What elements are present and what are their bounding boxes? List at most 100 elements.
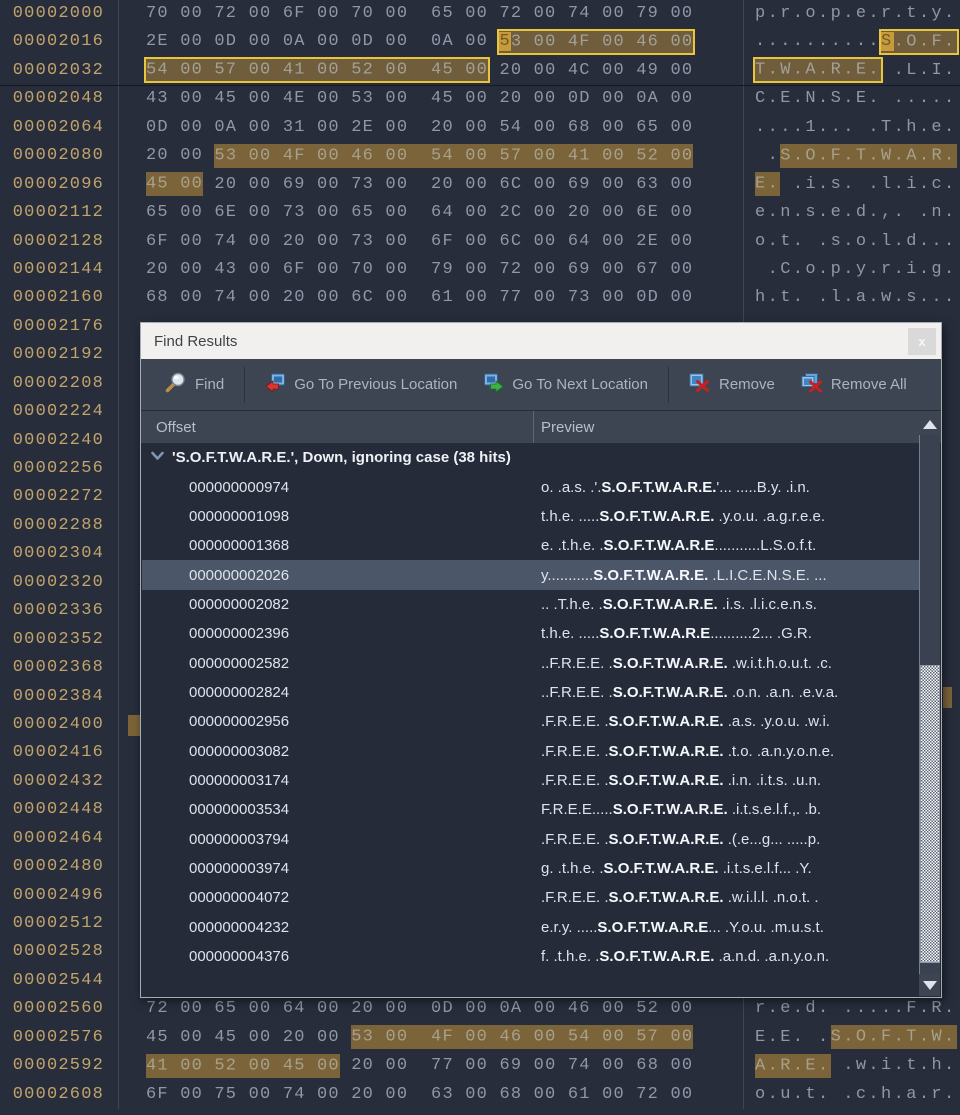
scrollbar-up-button[interactable]: [919, 413, 940, 435]
hex-offset-label: 00002496: [0, 882, 119, 910]
toolbar-separator: [244, 367, 245, 403]
ascii-text[interactable]: E. .i.s. .l.i.c.: [744, 171, 960, 199]
ascii-text[interactable]: r.e.d. .....F.R.: [744, 995, 960, 1023]
result-item[interactable]: 000000003174.F.R.E.E. .S.O.F.T.W.A.R.E. …: [142, 766, 921, 795]
result-offset: 000000002824: [189, 684, 541, 701]
ascii-text[interactable]: C.E.N.S.E. .....: [744, 85, 960, 113]
dialog-titlebar[interactable]: Find Results x: [141, 323, 941, 359]
hex-bytes[interactable]: 45 00 45 00 20 00 53 00 4F 00 46 00 54 0…: [119, 1024, 744, 1052]
close-button[interactable]: x: [908, 328, 936, 355]
result-item[interactable]: 000000002956.F.R.E.E. .S.O.F.T.W.A.R.E. …: [142, 707, 921, 736]
hex-bytes[interactable]: 20 00 53 00 4F 00 46 00 54 00 57 00 41 0…: [119, 142, 744, 170]
current-match-highlight: 53 00 4F 00 46 00: [499, 31, 693, 53]
result-match-text: S.O.F.T.W.A.R.E.: [609, 831, 724, 848]
result-item[interactable]: 000000001098t.h.e. .....S.O.F.T.W.A.R.E.…: [142, 502, 921, 531]
hex-offset-label: 00002592: [0, 1052, 119, 1080]
find-results-dialog: Find Results x Find Go To Previous Locati…: [140, 322, 942, 998]
result-item[interactable]: 000000001368e. .t.h.e. .S.O.F.T.W.A.R.E.…: [142, 531, 921, 560]
result-item[interactable]: 000000002582..F.R.E.E. .S.O.F.T.W.A.R.E.…: [142, 648, 921, 677]
column-header-preview[interactable]: Preview: [534, 419, 594, 436]
ascii-text[interactable]: e.n.s.e.d.,. .n.: [744, 199, 960, 227]
result-match-text: S.O.F.T.W.A.R.E.: [593, 567, 708, 584]
result-item[interactable]: 000000002824..F.R.E.E. .S.O.F.T.W.A.R.E.…: [142, 678, 921, 707]
hex-offset-label: 00002608: [0, 1081, 119, 1109]
hex-offset-label: 00002048: [0, 85, 119, 113]
ascii-text[interactable]: h.t. .l.a.w.s...: [744, 284, 960, 312]
ascii-text[interactable]: A.R.E. .w.i.t.h.: [744, 1052, 960, 1080]
chevron-down-icon[interactable]: [150, 449, 165, 466]
result-preview: ..F.R.E.E. .S.O.F.T.W.A.R.E. .o.n. .a.n.…: [541, 684, 838, 701]
hex-offset-label: 00002032: [0, 57, 119, 85]
ascii-text[interactable]: .S.O.F.T.W.A.R.: [744, 142, 960, 170]
scrollbar-down-button[interactable]: [919, 974, 940, 996]
result-item[interactable]: 000000004376f. .t.h.e. .S.O.F.T.W.A.R.E.…: [142, 942, 921, 971]
results-root-node[interactable]: 'S.O.F.T.W.A.R.E.', Down, ignoring case …: [142, 443, 921, 472]
hex-text: 68 00 74 00 20 00 6C 00 61 00 77 00 73 0…: [146, 288, 693, 307]
hex-offset-label: 00002384: [0, 683, 119, 711]
find-button[interactable]: Find: [151, 359, 237, 410]
result-match-text: S.O.F.T.W.A.R.E.: [609, 743, 724, 760]
result-item[interactable]: 000000002082.. .T.h.e. .S.O.F.T.W.A.R.E.…: [142, 590, 921, 619]
hex-text: 6F 00 75 00 74 00 20 00 63 00 68 00 61 0…: [146, 1085, 693, 1104]
result-preview: .F.R.E.E. .S.O.F.T.W.A.R.E. .t.o. .a.n.y…: [541, 743, 834, 760]
result-preview: .F.R.E.E. .S.O.F.T.W.A.R.E. .(.e...g... …: [541, 831, 820, 848]
column-header-offset[interactable]: Offset: [141, 419, 533, 436]
results-column-header: Offset Preview: [141, 411, 941, 444]
result-preview: F.R.E.E.....S.O.F.T.W.A.R.E. .i.t.s.e.l.…: [541, 801, 821, 818]
match-highlight: A.R.E.: [755, 1054, 831, 1078]
result-item[interactable]: 000000002026y...........S.O.F.T.W.A.R.E.…: [142, 560, 921, 589]
ascii-text[interactable]: o.u.t. .c.h.a.r.: [744, 1081, 960, 1109]
hex-bytes[interactable]: 65 00 6E 00 73 00 65 00 64 00 2C 00 20 0…: [119, 199, 744, 227]
hex-text: o.t. .s.o.l.d...: [755, 232, 957, 251]
hex-bytes[interactable]: 6F 00 74 00 20 00 73 00 6F 00 6C 00 64 0…: [119, 228, 744, 256]
result-item[interactable]: 000000003974g. .t.h.e. .S.O.F.T.W.A.R.E.…: [142, 854, 921, 883]
hex-bytes[interactable]: 43 00 45 00 4E 00 53 00 45 00 20 00 0D 0…: [119, 85, 744, 113]
hex-bytes[interactable]: 20 00 43 00 6F 00 70 00 79 00 72 00 69 0…: [119, 256, 744, 284]
result-offset: 000000002396: [189, 625, 541, 642]
goto-previous-location-button[interactable]: Go To Previous Location: [252, 359, 470, 410]
remove-button[interactable]: Remove: [676, 359, 788, 410]
goto-next-location-button[interactable]: Go To Next Location: [470, 359, 661, 410]
hex-bytes[interactable]: 70 00 72 00 6F 00 70 00 65 00 72 00 74 0…: [119, 0, 744, 28]
scrollbar-track[interactable]: [919, 435, 940, 974]
ascii-text[interactable]: .C.o.p.y.r.i.g.: [744, 256, 960, 284]
hex-bytes[interactable]: 54 00 57 00 41 00 52 00 45 00 20 00 4C 0…: [119, 57, 744, 85]
hex-bytes[interactable]: 2E 00 0D 00 0A 00 0D 00 0A 00 53 00 4F 0…: [119, 28, 744, 56]
remove-all-button[interactable]: Remove All: [788, 359, 920, 410]
hex-bytes[interactable]: 6F 00 75 00 74 00 20 00 63 00 68 00 61 0…: [119, 1081, 744, 1109]
hex-offset-label: 00002448: [0, 796, 119, 824]
result-item[interactable]: 000000003082.F.R.E.E. .S.O.F.T.W.A.R.E. …: [142, 736, 921, 765]
hex-text: r.e.d. .....F.R.: [755, 999, 957, 1018]
result-item[interactable]: 000000002396t.h.e. .....S.O.F.T.W.A.R.E.…: [142, 619, 921, 648]
ascii-text[interactable]: ..........S.O.F.: [744, 28, 960, 56]
ascii-text[interactable]: T.W.A.R.E. .L.I.: [744, 57, 960, 85]
ascii-text[interactable]: E.E. .S.O.F.T.W.: [744, 1024, 960, 1052]
hex-offset-label: 00002080: [0, 142, 119, 170]
hex-offset-label: 00002176: [0, 313, 119, 341]
ascii-text[interactable]: ....1... .T.h.e.: [744, 114, 960, 142]
hex-bytes[interactable]: 72 00 65 00 64 00 20 00 0D 00 0A 00 46 0…: [119, 995, 744, 1023]
hex-offset-label: 00002576: [0, 1024, 119, 1052]
hex-bytes[interactable]: 41 00 52 00 45 00 20 00 77 00 69 00 74 0…: [119, 1052, 744, 1080]
results-scrollbar[interactable]: [919, 413, 940, 996]
hex-row: 0000204843 00 45 00 4E 00 53 00 45 00 20…: [0, 85, 960, 113]
result-item[interactable]: 000000003794.F.R.E.E. .S.O.F.T.W.A.R.E. …: [142, 824, 921, 853]
hex-text: 20 00: [146, 146, 214, 165]
hex-offset-label: 00002016: [0, 28, 119, 56]
hex-bytes[interactable]: 68 00 74 00 20 00 6C 00 61 00 77 00 73 0…: [119, 284, 744, 312]
result-offset: 000000003174: [189, 772, 541, 789]
hex-bytes[interactable]: 0D 00 0A 00 31 00 2E 00 20 00 54 00 68 0…: [119, 114, 744, 142]
result-item[interactable]: 000000004072.F.R.E.E. .S.O.F.T.W.A.R.E. …: [142, 883, 921, 912]
result-preview: t.h.e. .....S.O.F.T.W.A.R.E..........2..…: [541, 625, 812, 642]
hex-offset-label: 00002288: [0, 512, 119, 540]
result-preview: f. .t.h.e. .S.O.F.T.W.A.R.E. .a.n.d. .a.…: [541, 948, 829, 965]
hex-bytes[interactable]: 45 00 20 00 69 00 73 00 20 00 6C 00 69 0…: [119, 171, 744, 199]
ascii-text[interactable]: o.t. .s.o.l.d...: [744, 228, 960, 256]
ascii-text[interactable]: p.r.o.p.e.r.t.y.: [744, 0, 960, 28]
result-item[interactable]: 000000003534F.R.E.E.....S.O.F.T.W.A.R.E.…: [142, 795, 921, 824]
result-item[interactable]: 000000004232e.r.y. .....S.O.F.T.W.A.R.E.…: [142, 913, 921, 942]
result-item[interactable]: 000000000974o. .a.s. .'.S.O.F.T.W.A.R.E.…: [142, 472, 921, 501]
match-highlight: 45 00: [146, 172, 203, 196]
scrollbar-thumb[interactable]: [920, 665, 940, 963]
dialog-toolbar: Find Go To Previous LocationGo To Next Lo…: [141, 359, 941, 411]
